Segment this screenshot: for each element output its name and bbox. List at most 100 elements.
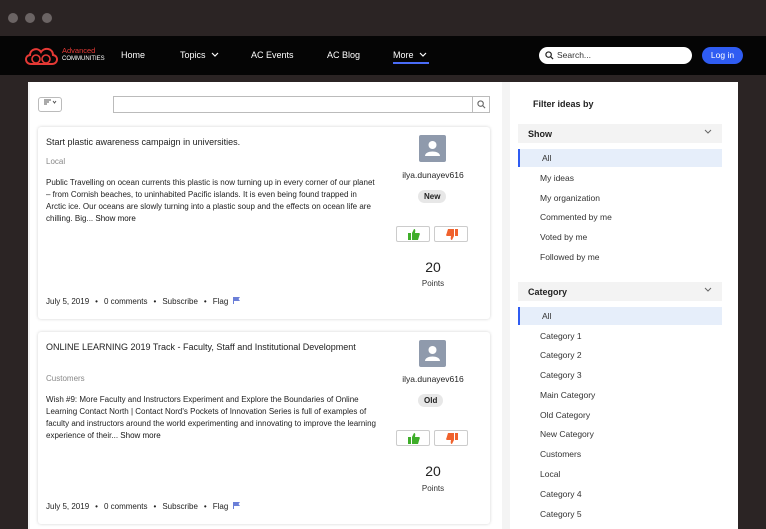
- nav-more[interactable]: More: [393, 50, 427, 60]
- idea-footer: July 5, 2019 • 0 comments • Subscribe • Flag: [46, 297, 240, 306]
- chevron-down-icon: [419, 52, 427, 57]
- nav-blog[interactable]: AC Blog: [327, 50, 360, 60]
- flag-link[interactable]: Flag: [213, 297, 229, 306]
- idea-category: Local: [46, 157, 66, 166]
- idea-search-button[interactable]: [472, 97, 489, 112]
- category-filter-header[interactable]: Category: [518, 282, 722, 301]
- category-item[interactable]: Category 5: [518, 505, 722, 523]
- subscribe-link[interactable]: Subscribe: [162, 297, 198, 306]
- idea-body: Wish #9: More Faculty and Instructors Ex…: [46, 394, 378, 442]
- category-item-label: Main Category: [540, 390, 596, 400]
- chevron-down-icon: [211, 52, 219, 57]
- comments-link[interactable]: 0 comments: [104, 297, 148, 306]
- upvote-button[interactable]: [396, 226, 430, 242]
- search-icon: [545, 51, 554, 60]
- category-item-label: Category 5: [540, 509, 582, 519]
- downvote-button[interactable]: [434, 430, 468, 446]
- category-item-label: Old Category: [540, 410, 591, 420]
- category-item-label: Category 3: [540, 370, 582, 380]
- show-item-commented[interactable]: Commented by me: [518, 208, 722, 226]
- show-item-label: All: [542, 153, 552, 163]
- category-item[interactable]: Category 4: [518, 485, 722, 503]
- points-label: Points: [421, 484, 445, 493]
- nav-events[interactable]: AC Events: [251, 50, 294, 60]
- category-item-label: Category 4: [540, 489, 582, 499]
- author-name[interactable]: ilya.dunayev616: [388, 374, 478, 384]
- show-item-label: Voted by me: [540, 232, 588, 242]
- avatar[interactable]: [419, 340, 446, 367]
- window-titlebar: [0, 0, 766, 36]
- thumbs-up-icon: [408, 433, 420, 444]
- category-filter-label: Category: [528, 287, 568, 297]
- show-filter-label: Show: [528, 129, 552, 139]
- cloud-logo-icon[interactable]: [22, 44, 60, 68]
- points-count: 20: [425, 259, 441, 275]
- category-item-label: Category 2: [540, 350, 582, 360]
- idea-search-input[interactable]: [113, 96, 490, 113]
- downvote-button[interactable]: [434, 226, 468, 242]
- window-maximize-dot[interactable]: [42, 13, 52, 23]
- category-item-label: Customers: [540, 449, 582, 459]
- idea-card: ONLINE LEARNING 2019 Track - Faculty, St…: [38, 332, 490, 524]
- status-badge: Old: [418, 394, 444, 407]
- nav-topics[interactable]: Topics: [180, 50, 219, 60]
- category-item[interactable]: Old Category: [518, 406, 722, 424]
- avatar[interactable]: [419, 135, 446, 162]
- subscribe-link[interactable]: Subscribe: [162, 502, 198, 511]
- show-more-link[interactable]: Show more: [120, 431, 160, 440]
- show-item-all[interactable]: All: [518, 149, 722, 167]
- show-filter-header[interactable]: Show: [518, 124, 722, 143]
- idea-footer: July 5, 2019 • 0 comments • Subscribe • Flag: [46, 502, 240, 511]
- idea-date: July 5, 2019: [46, 297, 90, 306]
- points-count: 20: [425, 463, 441, 479]
- show-item-my-organization[interactable]: My organization: [518, 189, 722, 207]
- show-item-label: Followed by me: [540, 252, 600, 262]
- chevron-down-icon: [704, 129, 712, 134]
- category-item[interactable]: Main Category: [518, 386, 722, 404]
- category-item[interactable]: Customers: [518, 445, 722, 463]
- category-item[interactable]: Category 3: [518, 366, 722, 384]
- show-item-followed[interactable]: Followed by me: [518, 248, 722, 266]
- idea-title[interactable]: Start plastic awareness campaign in univ…: [46, 136, 376, 148]
- window-close-dot[interactable]: [8, 13, 18, 23]
- category-item-label: Category 1: [540, 331, 582, 341]
- author-name[interactable]: ilya.dunayev616: [388, 170, 478, 180]
- upvote-button[interactable]: [396, 430, 430, 446]
- comments-link[interactable]: 0 comments: [104, 502, 148, 511]
- idea-title[interactable]: ONLINE LEARNING 2019 Track - Faculty, St…: [46, 341, 376, 353]
- flag-link[interactable]: Flag: [213, 502, 229, 511]
- logo-line2: COMMUNITIES: [62, 56, 105, 62]
- category-item[interactable]: New Category: [518, 425, 722, 443]
- idea-category: Customers: [46, 374, 85, 383]
- filter-title: Filter ideas by: [533, 99, 594, 109]
- points-label: Points: [421, 279, 445, 288]
- search-input[interactable]: Search...: [539, 47, 692, 64]
- thumbs-down-icon: [446, 433, 458, 444]
- show-item-my-ideas[interactable]: My ideas: [518, 169, 722, 187]
- user-icon: [425, 346, 440, 361]
- thumbs-down-icon: [446, 229, 458, 240]
- status-badge: New: [418, 190, 447, 203]
- idea-body: Public Travelling on ocean currents this…: [46, 177, 378, 225]
- chevron-down-icon: [704, 287, 712, 292]
- category-item[interactable]: Local: [518, 465, 722, 483]
- category-item-all[interactable]: All: [518, 307, 722, 325]
- search-icon: [477, 100, 486, 109]
- sort-icon: [44, 99, 57, 105]
- category-item[interactable]: Category 2: [518, 346, 722, 364]
- window-minimize-dot[interactable]: [25, 13, 35, 23]
- thumbs-up-icon: [408, 229, 420, 240]
- show-item-label: My ideas: [540, 173, 575, 183]
- idea-body-text: Wish #9: More Faculty and Instructors Ex…: [46, 395, 376, 440]
- logo-wordmark[interactable]: Advanced COMMUNITIES: [62, 47, 105, 63]
- category-item-label: All: [542, 311, 552, 321]
- flag-icon: [232, 297, 240, 304]
- category-item[interactable]: Category 1: [518, 327, 722, 345]
- sort-dropdown-button[interactable]: [38, 97, 62, 112]
- login-button[interactable]: Log in: [702, 47, 743, 64]
- flag-icon: [232, 502, 240, 509]
- nav-topics-label: Topics: [180, 50, 206, 60]
- nav-home[interactable]: Home: [121, 50, 145, 60]
- show-item-voted[interactable]: Voted by me: [518, 228, 722, 246]
- show-more-link[interactable]: Show more: [95, 214, 135, 223]
